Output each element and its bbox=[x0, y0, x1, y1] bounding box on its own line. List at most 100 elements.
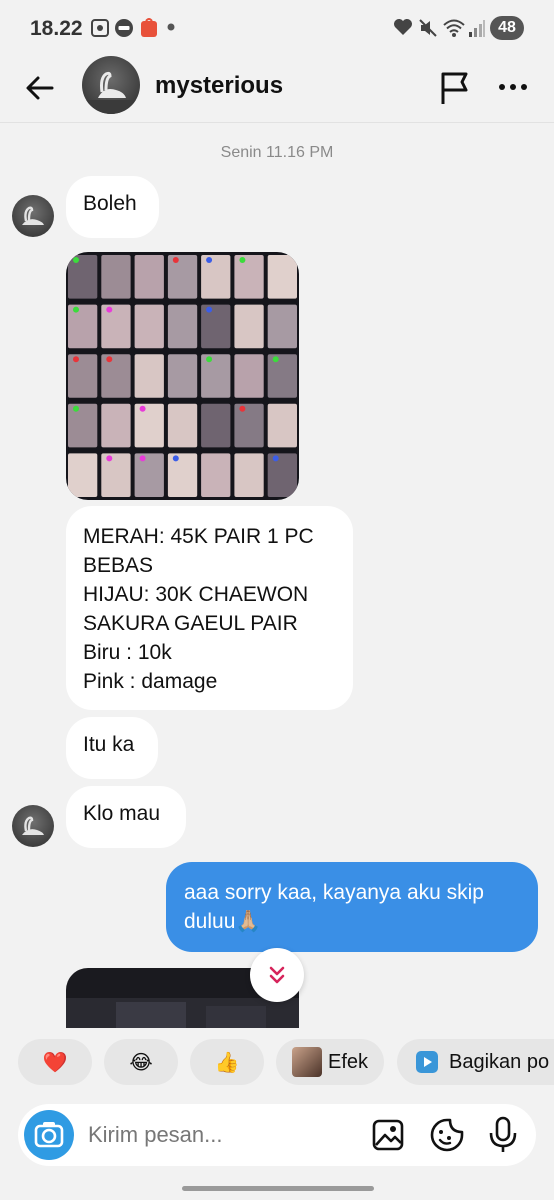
more-options-icon[interactable] bbox=[496, 70, 530, 104]
color-dot-marker bbox=[206, 306, 213, 313]
photocard bbox=[234, 453, 264, 497]
photocard bbox=[267, 354, 297, 398]
back-arrow-icon[interactable] bbox=[22, 70, 58, 106]
line-app-icon bbox=[115, 19, 133, 37]
photocard bbox=[267, 255, 297, 299]
contact-name[interactable]: mysterious bbox=[155, 72, 283, 100]
color-dot-marker bbox=[139, 455, 146, 462]
quick-reactions-bar: ❤️ 😂 👍 Efek Bagikan po bbox=[0, 1036, 554, 1092]
color-dot-marker bbox=[106, 455, 113, 462]
photocard bbox=[201, 255, 231, 299]
color-dot-marker bbox=[239, 405, 246, 412]
swan-avatar-image bbox=[22, 206, 44, 225]
photocard bbox=[134, 255, 164, 299]
share-button[interactable]: Bagikan po bbox=[397, 1039, 554, 1085]
color-dot-marker bbox=[206, 257, 213, 263]
heart-reaction-button[interactable]: ❤️ bbox=[18, 1039, 92, 1085]
photocard bbox=[101, 304, 131, 349]
photocard bbox=[101, 403, 131, 448]
photocard bbox=[234, 255, 264, 299]
color-dot-marker bbox=[239, 257, 246, 263]
chat-header: mysterious bbox=[0, 56, 554, 123]
message-line: BEBAS bbox=[83, 554, 154, 577]
laugh-reaction-button[interactable]: 😂 bbox=[104, 1039, 178, 1085]
sender-avatar[interactable] bbox=[12, 195, 54, 237]
photocard bbox=[68, 304, 98, 349]
message-line: SAKURA GAEUL PAIR bbox=[83, 612, 298, 635]
heart-emoji-icon: ❤️ bbox=[42, 1051, 68, 1074]
color-dot-marker bbox=[206, 356, 213, 363]
double-chevron-down-icon bbox=[269, 966, 285, 984]
swan-avatar-image bbox=[22, 816, 44, 835]
photocard bbox=[234, 304, 264, 349]
photocard bbox=[101, 354, 131, 398]
photocard bbox=[101, 255, 131, 299]
photocard bbox=[101, 453, 131, 497]
contact-avatar[interactable] bbox=[82, 56, 140, 114]
scroll-to-bottom-button[interactable] bbox=[250, 948, 304, 1002]
message-text: aaa sorry kaa, kayanya aku skip duluu🙏🏼 bbox=[184, 881, 484, 933]
photocard bbox=[167, 403, 198, 448]
message-composer: Kirim pesan... bbox=[18, 1104, 536, 1166]
camera-button[interactable] bbox=[24, 1110, 74, 1160]
photo-message[interactable] bbox=[66, 252, 299, 500]
more-notifications-dot-icon bbox=[167, 23, 175, 31]
message-text: Itu ka bbox=[83, 733, 135, 756]
heart-status-icon bbox=[394, 19, 412, 35]
swan-avatar-image bbox=[82, 71, 140, 114]
screenshot-icon bbox=[91, 19, 109, 37]
gallery-icon[interactable] bbox=[372, 1119, 404, 1151]
signal-icon bbox=[469, 20, 485, 37]
incoming-message-bubble[interactable]: Itu ka bbox=[66, 717, 158, 779]
camera-icon bbox=[34, 1122, 64, 1148]
photocard bbox=[134, 453, 164, 497]
photocard bbox=[167, 453, 198, 497]
battery-indicator: 48 bbox=[490, 16, 524, 40]
color-dot-marker bbox=[73, 356, 79, 363]
message-text: Boleh bbox=[83, 192, 137, 215]
incoming-message-bubble[interactable]: MERAH: 45K PAIR 1 PC BEBAS HIJAU: 30K CH… bbox=[66, 506, 353, 710]
photocard bbox=[68, 255, 98, 299]
color-dot-marker bbox=[106, 306, 113, 313]
effect-thumbnail-icon bbox=[292, 1047, 322, 1077]
microphone-icon[interactable] bbox=[488, 1116, 518, 1154]
color-dot-marker bbox=[73, 306, 79, 313]
wifi-icon bbox=[443, 19, 465, 37]
photocard bbox=[267, 304, 297, 349]
thumbs-up-emoji-icon: 👍 bbox=[214, 1051, 240, 1074]
photocard bbox=[68, 354, 98, 398]
sticker-icon[interactable] bbox=[430, 1118, 464, 1152]
photocard bbox=[267, 453, 297, 497]
sender-avatar[interactable] bbox=[12, 805, 54, 847]
color-dot-marker bbox=[172, 455, 179, 462]
photocard bbox=[134, 354, 164, 398]
color-dot-marker bbox=[139, 405, 146, 412]
status-time: 18.22 bbox=[30, 17, 83, 40]
message-input[interactable]: Kirim pesan... bbox=[88, 1122, 223, 1148]
shopee-pay-icon bbox=[141, 18, 157, 37]
incoming-message-bubble[interactable]: Klo mau bbox=[66, 786, 186, 848]
photocard bbox=[234, 403, 264, 448]
photocard bbox=[201, 403, 231, 448]
photocard bbox=[167, 255, 198, 299]
outgoing-message-bubble[interactable]: aaa sorry kaa, kayanya aku skip duluu🙏🏼 bbox=[166, 862, 538, 952]
incoming-message-bubble[interactable]: Boleh bbox=[66, 176, 159, 238]
color-dot-marker bbox=[272, 455, 279, 462]
message-line: HIJAU: 30K CHAEWON bbox=[83, 583, 309, 606]
message-line: Biru : 10k bbox=[83, 641, 172, 664]
photocard bbox=[201, 354, 231, 398]
color-dot-marker bbox=[106, 356, 113, 363]
photocard bbox=[167, 304, 198, 349]
report-flag-icon[interactable] bbox=[438, 70, 472, 106]
photocard bbox=[68, 453, 98, 497]
photocard bbox=[201, 453, 231, 497]
photocards-image bbox=[68, 255, 297, 497]
color-dot-marker bbox=[272, 356, 279, 363]
photocard bbox=[68, 403, 98, 448]
home-indicator bbox=[182, 1186, 374, 1191]
message-line: Pink : damage bbox=[83, 670, 218, 693]
effects-button[interactable]: Efek bbox=[276, 1039, 384, 1085]
thumbs-up-reaction-button[interactable]: 👍 bbox=[190, 1039, 264, 1085]
color-dot-marker bbox=[172, 257, 179, 263]
photocard bbox=[167, 354, 198, 398]
